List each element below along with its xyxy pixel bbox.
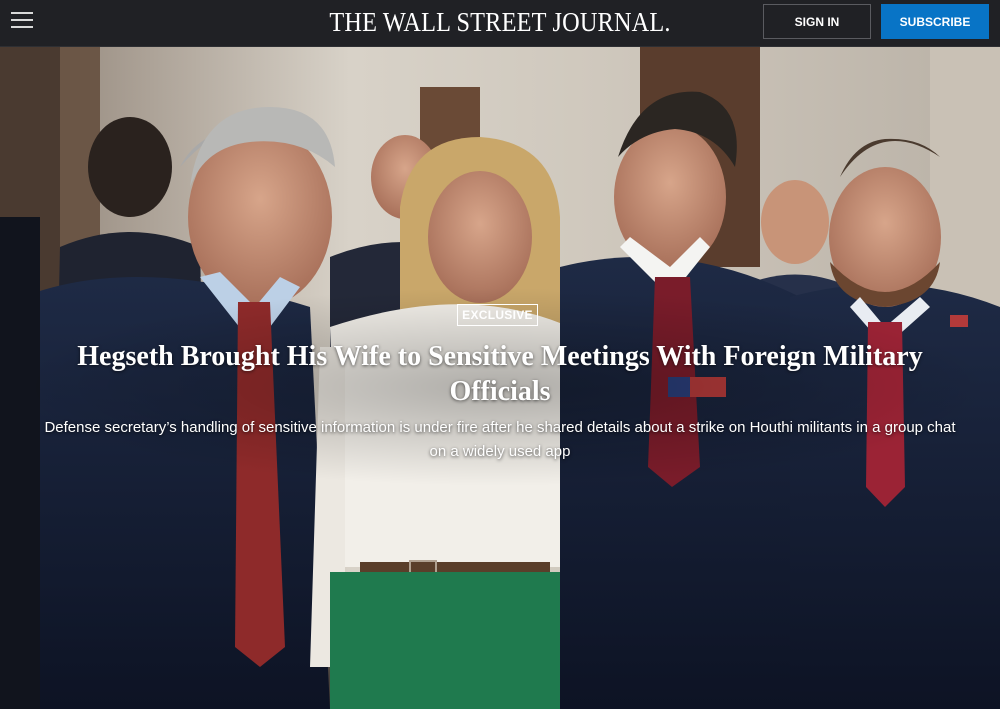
- hamburger-menu-icon[interactable]: [11, 10, 33, 30]
- top-navigation-bar: THE WALL STREET JOURNAL. SIGN IN SUBSCRI…: [0, 0, 1000, 47]
- sign-in-button[interactable]: SIGN IN: [763, 4, 871, 39]
- masthead-logo[interactable]: THE WALL STREET JOURNAL.: [320, 7, 680, 38]
- subscribe-button[interactable]: SUBSCRIBE: [881, 4, 989, 39]
- article-summary: Defense secretary’s handling of sensitiv…: [44, 419, 956, 460]
- exclusive-badge: EXCLUSIVE: [457, 304, 538, 326]
- article-headline[interactable]: Hegseth Brought His Wife to Sensitive Me…: [40, 339, 960, 409]
- hero-article[interactable]: EXCLUSIVE Hegseth Brought His Wife to Se…: [0, 47, 1000, 709]
